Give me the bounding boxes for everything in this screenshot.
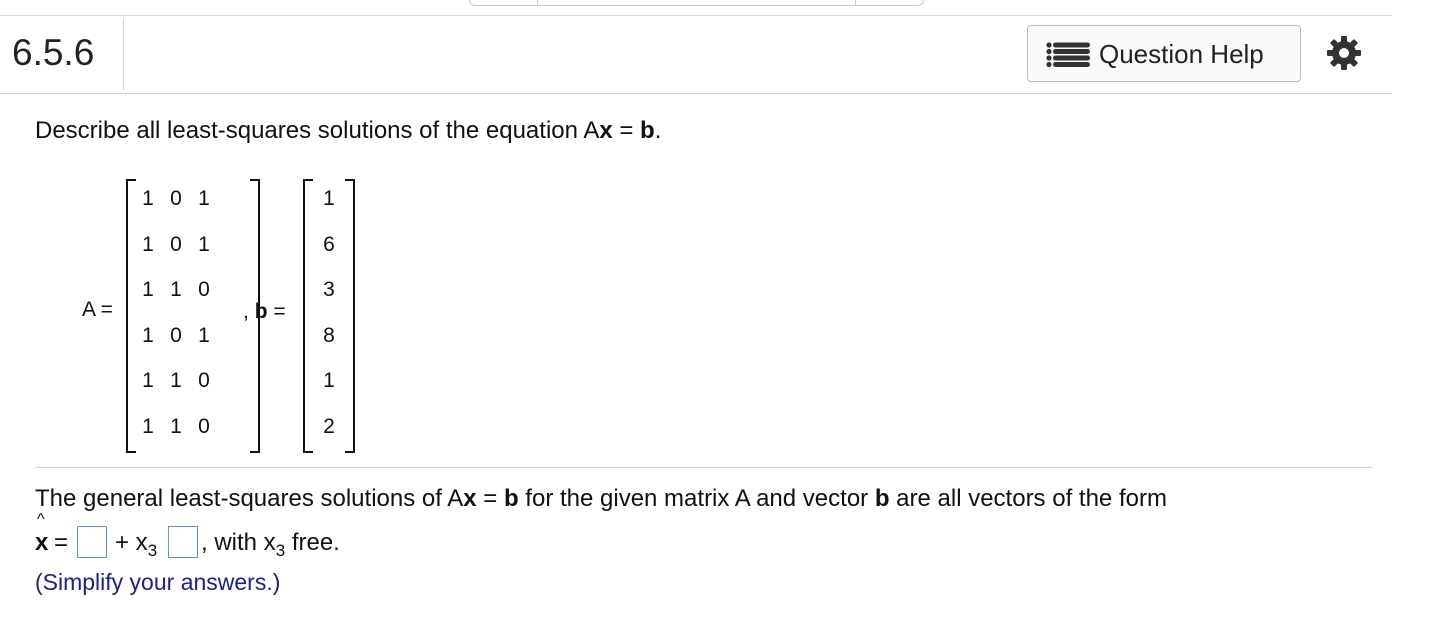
left-bracket	[303, 179, 313, 453]
matrix-a-cell: 0	[170, 323, 182, 347]
matrix-a-cell: 1	[170, 414, 182, 438]
matrix-a-cell: 0	[170, 232, 182, 256]
prompt-suffix: .	[654, 117, 662, 144]
equals-sign: =	[54, 529, 69, 556]
vector-b-cell: 2	[323, 414, 335, 438]
right-bracket	[345, 179, 355, 453]
matrix-a-cell: 1	[142, 278, 154, 301]
matrix-a-cell: 1	[170, 369, 182, 392]
vector-b-cell: 8	[323, 323, 335, 347]
prompt-eq: =	[612, 117, 641, 144]
simplify-hint: (Simplify your answers.)	[35, 569, 281, 595]
question-prompt: Describe all least-squares solutions of …	[35, 117, 661, 145]
section-divider	[35, 467, 1372, 468]
matrix-a-cell: 0	[198, 369, 210, 392]
plus-x3: + x3	[115, 529, 158, 560]
vector-b-label: , b =	[243, 300, 286, 323]
matrix-a-cell: 1	[142, 369, 154, 392]
header-divider	[123, 19, 124, 90]
gear-icon[interactable]	[1327, 36, 1361, 70]
header-bottom-divider	[0, 93, 1392, 94]
vector-b: 1 6 3 8 1 2	[303, 179, 355, 453]
with-x3-free: , with x3 free.	[201, 529, 340, 560]
vector-b-cell: 6	[323, 232, 335, 256]
matrix-a-cell: 1	[198, 232, 210, 256]
prompt-x: x	[599, 117, 613, 144]
question-help-label: Question Help	[1099, 39, 1264, 69]
top-tab-separator	[537, 0, 538, 5]
answer-statement: The general least-squares solutions of A…	[35, 485, 1167, 512]
matrix-a-cell: 0	[198, 414, 210, 438]
prompt-text: Describe all least-squares solutions of …	[35, 117, 600, 144]
answer-line: ^ x = + x3 , with x3 free.	[35, 511, 635, 562]
matrix-a-cell: 0	[170, 187, 182, 210]
question-number: 6.5.6	[12, 32, 95, 73]
matrix-a-label: A =	[82, 298, 113, 321]
matrix-a-cell: 1	[142, 414, 154, 438]
matrix-a-cell: 1	[198, 187, 210, 210]
vector-b-cell: 1	[323, 187, 335, 210]
vector-b-cell: 1	[323, 369, 335, 392]
top-tab-separator	[855, 0, 856, 5]
question-help-button[interactable]: Question Help	[1027, 25, 1301, 82]
matrix-a-cell: 0	[198, 278, 210, 301]
vector-b-cell: 3	[323, 278, 335, 301]
prompt-b: b	[640, 117, 655, 144]
matrix-a-cell: 1	[142, 323, 154, 347]
left-bracket	[126, 179, 136, 453]
matrix-a-cell: 1	[170, 278, 182, 301]
answer-box-constant[interactable]	[77, 526, 107, 558]
matrix-a: 101101110101110110	[126, 179, 260, 453]
list-icon	[1046, 42, 1090, 68]
matrix-a-cell: 1	[142, 232, 154, 256]
matrix-a-cell: 1	[142, 187, 154, 210]
matrix-a-cell: 1	[198, 323, 210, 347]
top-divider	[0, 15, 1392, 16]
x-hat: ^ x	[35, 511, 49, 556]
answer-box-x3-coefficient[interactable]	[168, 526, 198, 558]
